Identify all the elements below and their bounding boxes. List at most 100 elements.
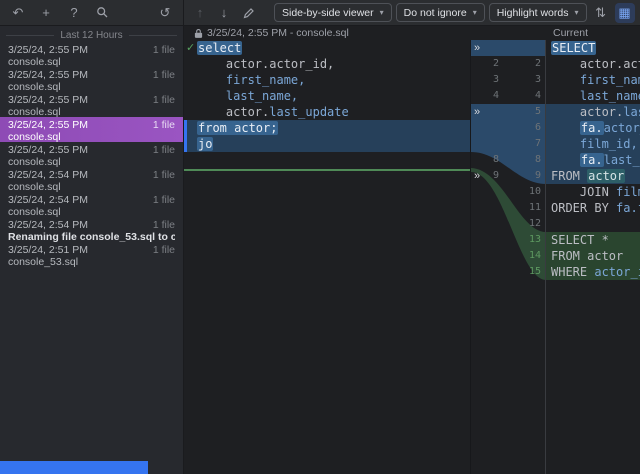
code-segment: fa.film_id	[616, 201, 640, 215]
code-segment: last_update,	[623, 105, 640, 119]
diff-header: 3/25/24, 2:55 PM - console.sql Current	[184, 26, 640, 40]
insertion-marker-line	[184, 169, 470, 171]
history-entry[interactable]: 3/25/24, 2:55 PM1 fileconsole.sql	[0, 117, 183, 142]
history-sidebar: Last 12 Hours 3/25/24, 2:55 PM1 filecons…	[0, 26, 184, 474]
search-icon[interactable]	[92, 3, 112, 23]
entry-date: 3/25/24, 2:54 PM	[8, 219, 88, 231]
history-entry[interactable]: 3/25/24, 2:54 PM1 fileconsole.sql	[0, 167, 183, 192]
code-segment: FROM	[551, 169, 587, 183]
viewer-mode-dropdown[interactable]: Side-by-side viewer	[274, 3, 392, 22]
left-line-number: 4	[481, 88, 499, 104]
entry-file-count: 1 file	[153, 94, 175, 106]
entry-filename: Renaming file console_53.sql to con…	[8, 231, 175, 243]
code-segment: last_name,	[226, 89, 298, 103]
apply-change-chevron-icon[interactable]: »	[474, 40, 486, 56]
entry-header-row: 3/25/24, 2:54 PM1 file	[8, 194, 175, 206]
right-line-number: 14	[513, 248, 541, 264]
create-patch-icon[interactable]: +	[36, 3, 56, 23]
code-line: actor.actor_id,	[184, 56, 470, 72]
ignore-policy-dropdown[interactable]: Do not ignore	[396, 3, 485, 22]
code-line: film_id,	[546, 136, 640, 152]
right-line-number: 15	[513, 264, 541, 280]
code-segment: last_update	[269, 105, 348, 119]
code-segment	[551, 73, 580, 87]
sync-scroll-icon[interactable]: ▦	[615, 3, 635, 23]
entry-date: 3/25/24, 2:54 PM	[8, 194, 88, 206]
entry-file-count: 1 file	[153, 44, 175, 56]
code-line: last_name,	[184, 88, 470, 104]
edit-source-icon[interactable]	[238, 3, 258, 23]
diff-word-highlight: actor	[587, 169, 625, 183]
diff-word-highlight: fa.	[580, 121, 604, 135]
right-code-lines: SELECT actor.actor_id, first_name, last_…	[546, 40, 640, 280]
history-group-header: Last 12 Hours	[0, 26, 183, 42]
code-segment: actor.	[197, 105, 269, 119]
revision-editor-pane[interactable]: select actor.actor_id, first_name, last_…	[184, 40, 470, 474]
revision-title: 3/25/24, 2:55 PM - console.sql	[194, 26, 349, 40]
left-line-number: 2	[481, 56, 499, 72]
right-line-number: 4	[513, 88, 541, 104]
code-line: first_name,	[184, 72, 470, 88]
code-segment: film_id,	[580, 137, 638, 151]
code-segment: JOIN	[551, 185, 616, 199]
right-line-number: 10	[513, 184, 541, 200]
revert-icon[interactable]: ↶	[8, 3, 28, 23]
code-segment: ORDER BY	[551, 201, 616, 215]
collapse-unchanged-icon[interactable]: ⇅	[591, 3, 611, 23]
code-segment: actor_id,	[604, 121, 640, 135]
notification-bar-fragment[interactable]	[0, 461, 148, 474]
highlight-policy-dropdown[interactable]: Highlight words	[489, 3, 587, 22]
code-line: FROM actor	[546, 248, 640, 264]
history-entry[interactable]: 3/25/24, 2:51 PM1 fileconsole_53.sql	[0, 242, 183, 267]
entry-file-count: 1 file	[153, 69, 175, 81]
code-line: fa.last_update	[546, 152, 640, 168]
refresh-icon[interactable]: ↺	[155, 3, 175, 23]
previous-difference-icon[interactable]: ↑	[190, 3, 210, 23]
help-icon[interactable]: ?	[64, 3, 84, 23]
right-line-number: 6	[513, 120, 541, 136]
history-entry[interactable]: 3/25/24, 2:54 PM 1 fileRenaming file cons…	[0, 217, 183, 242]
code-segment	[551, 137, 580, 151]
lock-icon	[194, 28, 203, 39]
apply-change-chevron-icon[interactable]: »	[474, 104, 486, 120]
code-line: SELECT *	[546, 232, 640, 248]
code-line: select	[184, 40, 470, 56]
code-segment	[551, 121, 580, 135]
entry-header-row: 3/25/24, 2:51 PM1 file	[8, 244, 175, 256]
history-entry[interactable]: 3/25/24, 2:55 PM1 fileconsole.sql	[0, 142, 183, 167]
next-difference-icon[interactable]: ↓	[214, 3, 234, 23]
current-title-label: Current	[553, 27, 588, 39]
code-segment: SELECT *	[551, 233, 609, 247]
diff-word-highlight: SELECT	[551, 41, 596, 55]
local-history-window: ↶ + ? ↺ ↑ ↓ Side-by-side viewer Do not i…	[0, 0, 640, 474]
entry-header-row: 3/25/24, 2:55 PM 1 file	[8, 94, 175, 106]
code-segment	[551, 89, 580, 103]
diff-word-highlight: fa.	[580, 153, 604, 167]
code-line: fa.actor_id,	[546, 120, 640, 136]
history-entry[interactable]: 3/25/24, 2:54 PM1 fileconsole.sql	[0, 192, 183, 217]
code-segment: actor.	[551, 105, 623, 119]
entry-file-count: 1 file	[153, 144, 175, 156]
history-entry[interactable]: 3/25/24, 2:55 PM1 fileconsole.sql	[0, 67, 183, 92]
entry-header-row: 3/25/24, 2:55 PM1 file	[8, 119, 175, 131]
code-line: SELECT	[546, 40, 640, 56]
sidebar-toolbar: ↶ + ? ↺	[0, 0, 184, 25]
entry-date: 3/25/24, 2:55 PM	[8, 144, 88, 156]
entry-date: 3/25/24, 2:55 PM	[8, 94, 88, 106]
code-line: JOIN film_actor fa	[546, 184, 640, 200]
entry-date: 3/25/24, 2:54 PM	[8, 169, 88, 181]
left-code-lines: select actor.actor_id, first_name, last_…	[184, 40, 470, 152]
code-segment	[197, 89, 226, 103]
entry-date: 3/25/24, 2:55 PM	[8, 119, 88, 131]
right-line-number: 8	[513, 152, 541, 168]
code-segment: film_actor fa	[616, 185, 640, 199]
history-entry[interactable]: 3/25/24, 2:55 PM1 fileconsole.sql	[0, 92, 183, 117]
code-line: first_name,	[546, 72, 640, 88]
history-entry[interactable]: 3/25/24, 2:55 PM1 fileconsole.sql	[0, 42, 183, 67]
current-editor-pane[interactable]: SELECT actor.actor_id, first_name, last_…	[545, 40, 640, 474]
entry-file-count: 1 file	[153, 219, 175, 231]
apply-change-chevron-icon[interactable]: »	[474, 168, 486, 184]
entry-header-row: 3/25/24, 2:54 PM1 file	[8, 169, 175, 181]
diff-word-highlight: select	[197, 41, 242, 55]
code-line: actor.actor_id,	[546, 56, 640, 72]
